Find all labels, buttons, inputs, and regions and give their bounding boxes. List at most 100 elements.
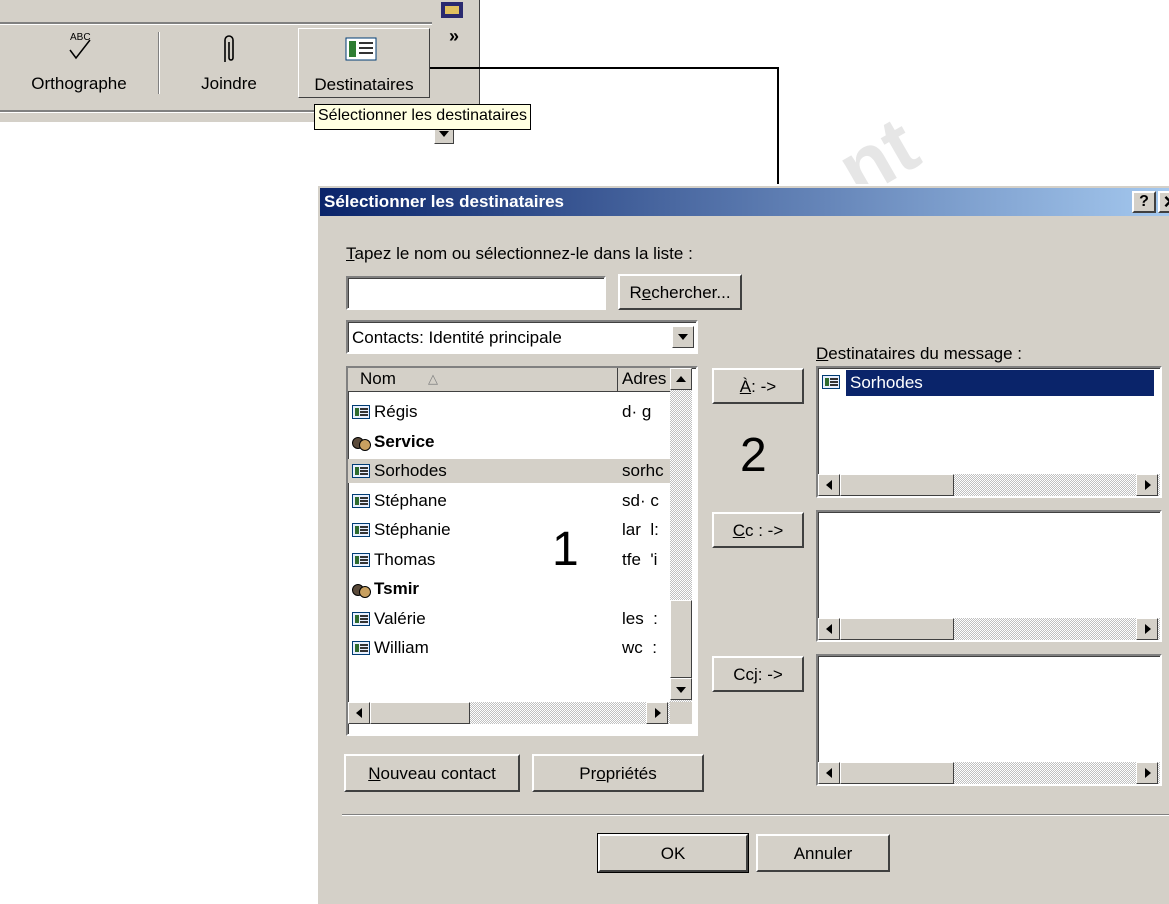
new-contact-button[interactable]: Nouveau contact bbox=[344, 754, 520, 792]
cc-button-accel: C bbox=[732, 520, 745, 540]
contact-card-icon bbox=[352, 611, 370, 626]
scroll-thumb[interactable] bbox=[670, 600, 692, 678]
contact-row[interactable]: Stéphane sd· c bbox=[348, 489, 670, 513]
sort-ascending-icon: △ bbox=[428, 371, 438, 386]
properties-accel: o bbox=[596, 763, 606, 783]
search-prompt-label: Tapez le nom ou sélectionnez-le dans la … bbox=[346, 244, 693, 264]
bcc-recipients-horizontal-scrollbar[interactable] bbox=[818, 762, 1160, 784]
message-recipients-text: estinataires du message : bbox=[828, 344, 1022, 363]
message-recipients-accel: D bbox=[816, 344, 829, 363]
attach-button[interactable]: Joindre bbox=[162, 28, 296, 100]
column-header-name[interactable]: Nom △ bbox=[348, 368, 618, 392]
contact-address: tfe 'i bbox=[622, 549, 658, 569]
scroll-left-button[interactable] bbox=[348, 702, 370, 724]
contact-card-icon bbox=[352, 464, 370, 478]
bcc-recipients-list[interactable] bbox=[816, 654, 1162, 786]
contacts-source-select[interactable]: Contacts: Identité principale bbox=[346, 320, 698, 354]
cancel-button[interactable]: Annuler bbox=[756, 834, 890, 872]
to-button-rest: : -> bbox=[751, 376, 777, 396]
to-button[interactable]: À : -> bbox=[712, 368, 804, 404]
column-header-name-label: Nom bbox=[360, 369, 396, 388]
contact-name: Service bbox=[374, 431, 435, 451]
contact-row[interactable]: Stéphanie lar l: bbox=[348, 518, 670, 542]
cc-button[interactable]: Cc : -> bbox=[712, 512, 804, 548]
contact-name: Stéphanie bbox=[374, 520, 451, 539]
properties-post: priétés bbox=[605, 763, 657, 783]
cc-recipients-horizontal-scrollbar[interactable] bbox=[818, 618, 1160, 640]
annotation-label-2: 2 bbox=[740, 429, 767, 482]
annotation-label-1: 1 bbox=[552, 523, 579, 576]
recipients-label: Destinataires bbox=[314, 75, 414, 94]
search-prompt-text: apez le nom ou sélectionnez-le dans la l… bbox=[354, 244, 693, 263]
help-button[interactable]: ? bbox=[1132, 191, 1156, 213]
cc-recipients-list[interactable] bbox=[816, 510, 1162, 642]
contact-row[interactable]: Valérie les : bbox=[348, 607, 670, 631]
scroll-down-button[interactable] bbox=[670, 678, 692, 700]
scroll-up-button[interactable] bbox=[670, 368, 692, 390]
properties-pre: Pr bbox=[579, 763, 597, 783]
scroll-right-button[interactable] bbox=[646, 702, 668, 724]
ok-button[interactable]: OK bbox=[597, 833, 749, 873]
contact-address: sd· c bbox=[622, 490, 659, 510]
contact-row[interactable]: Thomas tfe 'i bbox=[348, 548, 670, 572]
contacts-list[interactable]: Nom △ Adres Régis d· g Service Sorhodes sorh… bbox=[346, 366, 698, 736]
contact-group-icon bbox=[352, 435, 371, 451]
contact-row[interactable]: Sorhodes sorhc bbox=[348, 459, 670, 483]
recipients-button[interactable]: Destinataires bbox=[298, 28, 430, 98]
close-button[interactable]: × bbox=[1158, 191, 1169, 213]
find-button-post: chercher... bbox=[651, 282, 731, 302]
paperclip-icon bbox=[217, 32, 241, 66]
find-button[interactable]: Re chercher... bbox=[618, 274, 742, 310]
to-recipients-list[interactable]: Sorhodes bbox=[816, 366, 1162, 498]
contact-address: lar l: bbox=[622, 520, 659, 539]
contact-card-icon bbox=[352, 493, 370, 508]
attach-label: Joindre bbox=[201, 74, 257, 93]
contact-name: Valérie bbox=[374, 608, 426, 628]
close-icon: × bbox=[1164, 191, 1169, 213]
contacts-source-dropdown-button[interactable] bbox=[672, 326, 694, 348]
contact-name: Thomas bbox=[374, 549, 436, 569]
find-button-pre: R bbox=[629, 282, 642, 302]
address-book-icon bbox=[345, 37, 379, 63]
spell-check-icon: ABC bbox=[62, 32, 102, 62]
contacts-horizontal-scrollbar[interactable] bbox=[348, 702, 670, 724]
contact-name: Stéphane bbox=[374, 490, 447, 510]
contacts-vertical-scrollbar[interactable] bbox=[670, 368, 692, 702]
spell-check-label: Orthographe bbox=[31, 74, 127, 93]
find-button-accel: e bbox=[641, 282, 652, 302]
spell-check-button[interactable]: ABC Orthographe bbox=[0, 28, 158, 100]
new-contact-accel: N bbox=[368, 763, 381, 783]
scrollbar-corner bbox=[670, 702, 692, 724]
search-input[interactable] bbox=[346, 276, 606, 310]
contact-card-icon bbox=[352, 405, 370, 419]
contact-rows: Régis d· g Service Sorhodes sorhc Stéphane sd·… bbox=[348, 392, 670, 702]
toolbar-top-separator bbox=[0, 22, 432, 25]
contact-row[interactable]: William wc : bbox=[348, 636, 670, 660]
contact-name: Tsmir bbox=[374, 579, 420, 598]
to-recipients-horizontal-scrollbar[interactable] bbox=[818, 474, 1160, 496]
contact-row[interactable]: Régis d· g bbox=[348, 400, 670, 424]
contact-address: les : bbox=[622, 608, 658, 628]
to-recipient-name: Sorhodes bbox=[846, 370, 1154, 396]
column-header-address-label: Adres bbox=[622, 369, 667, 388]
toolbar-edge-icon bbox=[435, 0, 475, 22]
bcc-button[interactable]: Cc j : -> bbox=[712, 656, 804, 692]
select-recipients-dialog: Sélectionner les destinataires ? × Tapez… bbox=[316, 184, 1169, 904]
message-recipients-label: Destinataires du message : bbox=[816, 344, 1022, 364]
column-header-address[interactable]: Adres bbox=[618, 368, 670, 392]
toolbar-separator bbox=[158, 32, 160, 94]
contact-name: Sorhodes bbox=[374, 461, 447, 480]
contact-row[interactable]: Tsmir bbox=[348, 577, 670, 601]
toolbar-more-button[interactable]: » bbox=[436, 26, 472, 50]
contact-card-icon bbox=[352, 641, 370, 655]
dialog-title-bar: Sélectionner les destinataires ? × bbox=[320, 188, 1169, 216]
contacts-source-value: Contacts: Identité principale bbox=[352, 328, 562, 347]
to-button-accel: À bbox=[739, 376, 752, 396]
properties-button[interactable]: Pr o priétés bbox=[532, 754, 704, 792]
contact-row[interactable]: Service bbox=[348, 430, 670, 454]
cc-button-rest: c : -> bbox=[745, 520, 784, 540]
contact-group-icon bbox=[352, 582, 371, 598]
contact-address: d· g bbox=[622, 402, 652, 421]
to-recipient-item[interactable]: Sorhodes bbox=[820, 370, 1154, 396]
horizontal-scroll-thumb[interactable] bbox=[370, 702, 470, 724]
